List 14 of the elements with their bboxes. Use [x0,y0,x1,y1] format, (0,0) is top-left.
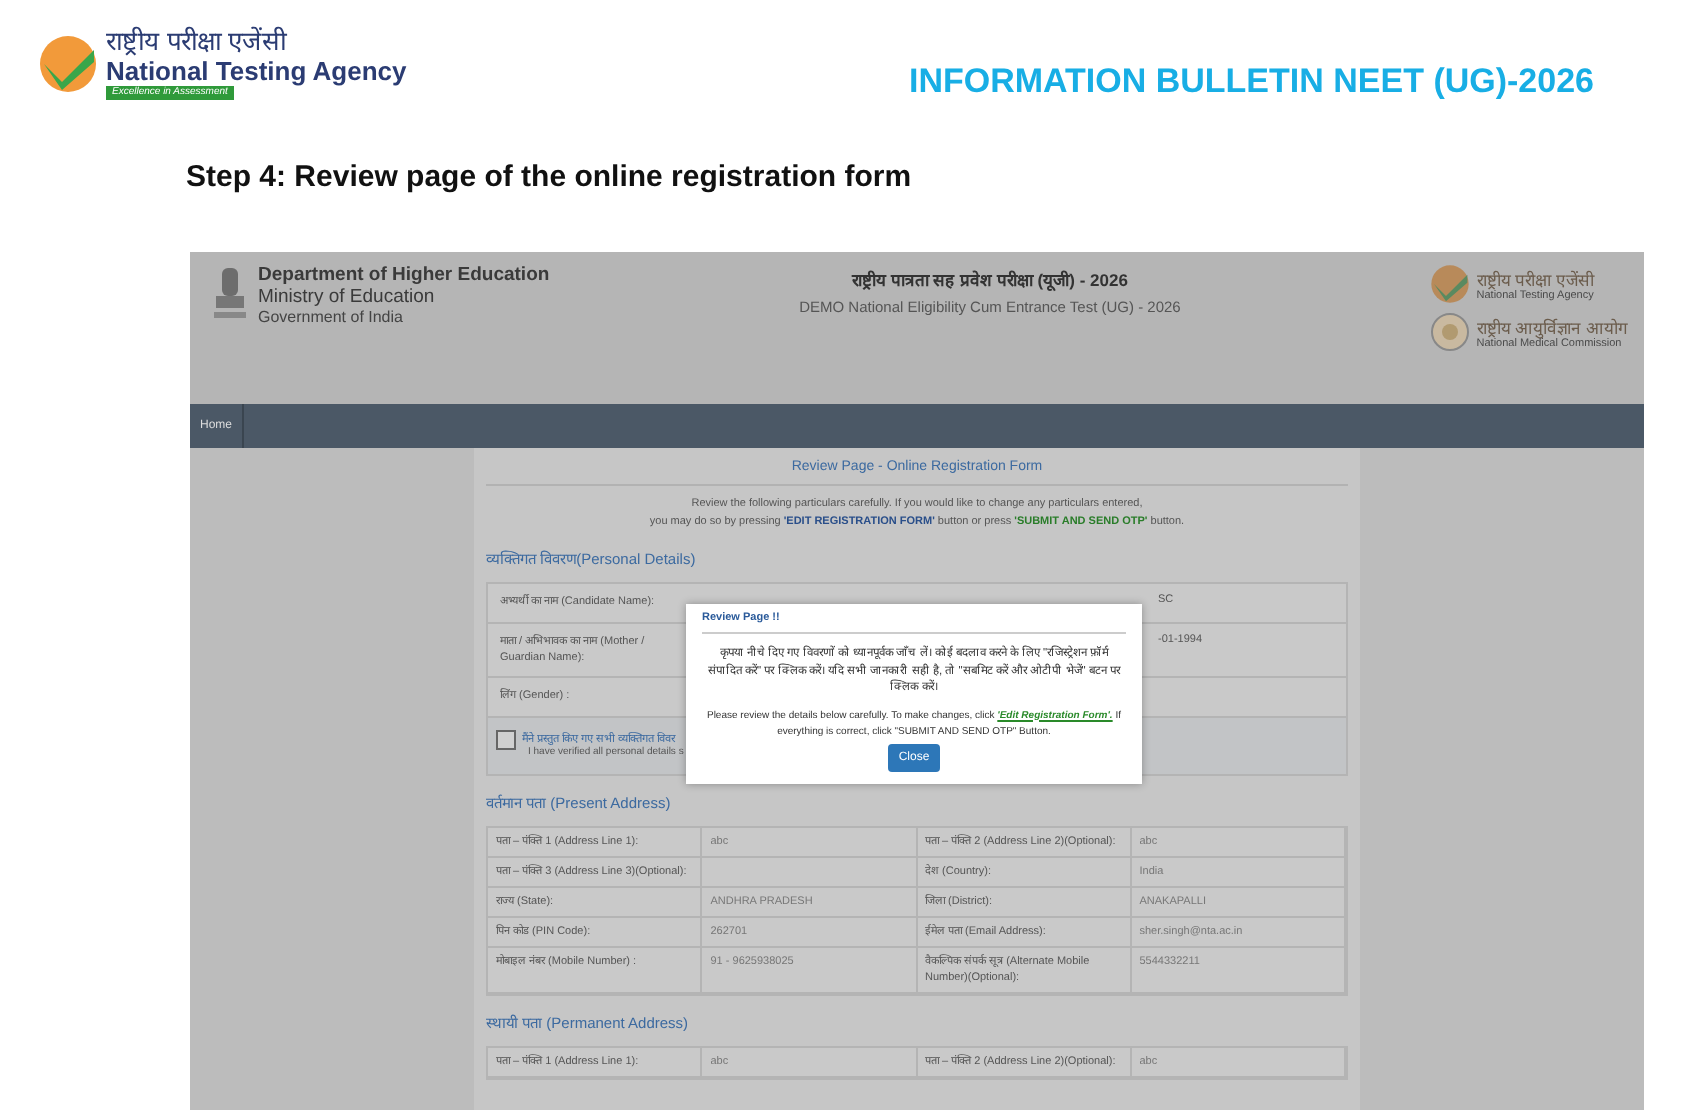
department-name: Department of Higher Education [258,264,550,286]
agency-hindi-name: राष्ट्रीय परीक्षा एजेंसी [106,28,287,56]
step-heading: Step 4: Review page of the online registration form [186,160,914,198]
agency-hindi-name: राष्ट्रीय परीक्षा एजेंसी [1476,267,1594,289]
tick-logo-icon [38,34,98,94]
tick-logo-icon [1430,264,1471,304]
exam-hindi-title: राष्ट्रीय पात्रता सह प्रवेश परीक्षा (यूजी) - 2026 [852,268,1128,290]
ministry-name: Ministry of Education [258,286,437,308]
government-name: Government of India [258,308,405,326]
bulletin-title: INFORMATION BULLETIN NEET (UG)-2026 [908,62,1594,102]
declaration-checkbox[interactable] [496,730,516,750]
commission-hindi-name: राष्ट्रीय आयुर्विज्ञान आयोग [1476,315,1628,337]
seal-logo-icon [1430,312,1471,352]
agency-name: National Testing Agency [106,56,407,86]
